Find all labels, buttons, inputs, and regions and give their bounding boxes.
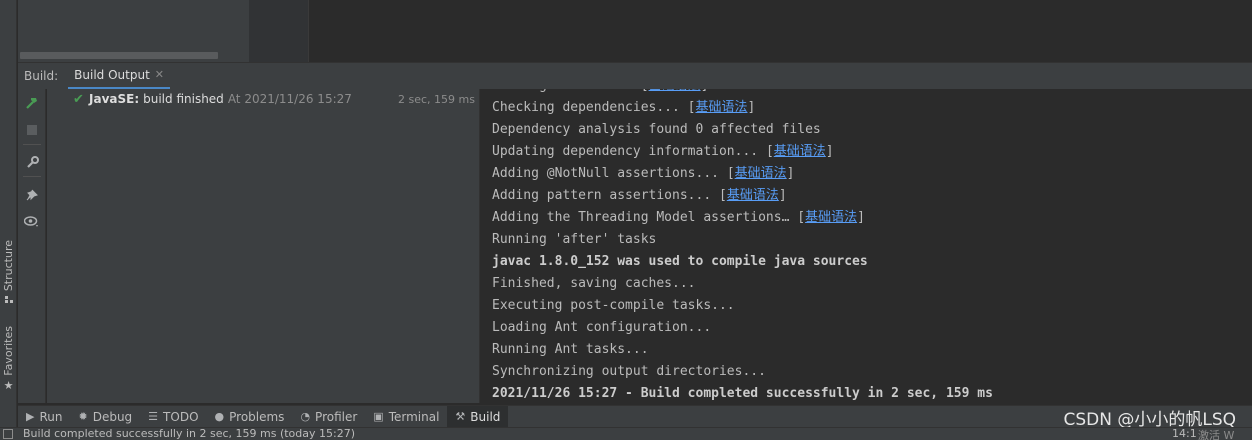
bottom-tab-label: Debug xyxy=(92,409,133,424)
toolbar-divider xyxy=(23,176,41,177)
tab-build-output-label: Build Output xyxy=(74,67,150,82)
check-icon: ✔ xyxy=(73,91,84,107)
close-icon[interactable]: ✕ xyxy=(155,68,164,81)
output-line: Synchronizing output directories... xyxy=(492,361,766,383)
toolbar-divider xyxy=(23,144,41,145)
profiler-icon: ◔ xyxy=(300,410,311,423)
build-toolbar xyxy=(18,89,46,403)
output-line-text: Executing post-compile tasks... xyxy=(492,298,735,313)
output-line-link[interactable]: 基础语法 xyxy=(735,166,787,181)
output-line-text: Synchronizing output directories... xyxy=(492,364,766,379)
output-line: Executing post-compile tasks... xyxy=(492,295,735,317)
status-toggle-icon[interactable] xyxy=(3,429,13,439)
output-line: Adding @NotNull assertions... [基础语法] xyxy=(492,166,795,181)
output-line: Checking dependencies... [基础语法] xyxy=(492,100,756,115)
output-line-text: Adding the Threading Model assertions… xyxy=(492,210,798,225)
status-message: Build completed successfully in 2 sec, 1… xyxy=(23,427,356,440)
output-line-link[interactable]: 基础语法 xyxy=(696,100,748,115)
stop-icon[interactable] xyxy=(18,120,46,140)
editor-gutter xyxy=(249,0,309,62)
cursor-position[interactable]: 14:1 xyxy=(1172,428,1197,440)
output-line-text: Adding pattern assertions... xyxy=(492,188,719,203)
bottom-tab-label: TODO xyxy=(163,409,199,424)
bottom-tab-problems[interactable]: ● Problems xyxy=(207,406,293,428)
structure-tab-label: Structure xyxy=(2,240,15,292)
bottom-tab-label: Build xyxy=(470,409,501,424)
pin-icon[interactable] xyxy=(18,185,46,205)
eye-icon[interactable] xyxy=(18,212,46,232)
star-icon: ★ xyxy=(3,378,14,392)
output-line: Writing classes... [基础语法] xyxy=(492,89,708,97)
output-line-text: Checking dependencies... xyxy=(492,100,688,115)
output-line: Dependency analysis found 0 affected fil… xyxy=(492,119,821,141)
output-line-link[interactable]: 基础语法 xyxy=(649,89,701,93)
hammer-icon: ⚒ xyxy=(455,410,466,423)
left-tool-strip: Structure Favorites ★ xyxy=(0,0,17,430)
output-line-text: javac 1.8.0_152 was used to compile java… xyxy=(492,254,868,269)
build-timestamp: At 2021/11/26 15:27 xyxy=(227,92,352,106)
output-line-link[interactable]: 基础语法 xyxy=(727,188,779,203)
project-panel xyxy=(18,0,249,62)
status-extra-text: 激活 W xyxy=(1198,429,1235,440)
output-line: javac 1.8.0_152 was used to compile java… xyxy=(492,251,868,273)
bottom-tab-debug[interactable]: ✹ Debug xyxy=(70,406,140,428)
output-line-text: Updating dependency information... xyxy=(492,144,766,159)
tab-build-output[interactable]: Build Output ✕ xyxy=(68,63,171,90)
output-line-text: Dependency analysis found 0 affected fil… xyxy=(492,122,821,137)
bottom-tab-todo[interactable]: ☰ TODO xyxy=(140,406,206,428)
info-icon: ● xyxy=(214,410,225,423)
bottom-tab-run[interactable]: ▶ Run xyxy=(18,406,70,428)
output-line-text: Loading Ant configuration... xyxy=(492,320,712,335)
hammer-icon[interactable] xyxy=(18,93,46,113)
structure-icon xyxy=(0,295,17,305)
output-line-link[interactable]: 基础语法 xyxy=(805,210,857,225)
output-line-text: Adding @NotNull assertions... xyxy=(492,166,727,181)
list-icon: ☰ xyxy=(148,410,159,423)
structure-tab[interactable]: Structure xyxy=(0,240,17,305)
build-tree-panel: ✔ JavaSE: build finished At 2021/11/26 1… xyxy=(47,89,480,403)
build-duration: 2 sec, 159 ms xyxy=(398,92,475,106)
editor-area[interactable] xyxy=(310,0,1252,62)
output-line-text: Finished, saving caches... xyxy=(492,276,696,291)
terminal-icon: ▣ xyxy=(373,410,384,423)
output-line: Running 'after' tasks xyxy=(492,229,656,251)
output-line-text: Running Ant tasks... xyxy=(492,342,649,357)
watermark: CSDN @小小的帆LSQ xyxy=(1063,410,1236,430)
output-line: Finished, saving caches... xyxy=(492,273,696,295)
bottom-tab-profiler[interactable]: ◔ Profiler xyxy=(292,406,365,428)
output-line-text: Writing classes... xyxy=(492,89,641,93)
status-bar: Build completed successfully in 2 sec, 1… xyxy=(0,427,1252,440)
play-icon: ▶ xyxy=(26,410,35,423)
output-line: Adding the Threading Model assertions… [… xyxy=(492,210,865,225)
output-line: Loading Ant configuration... xyxy=(492,317,711,339)
output-line: Updating dependency information... [基础语法… xyxy=(492,144,834,159)
wrench-icon[interactable] xyxy=(18,152,46,172)
bottom-tab-terminal[interactable]: ▣ Terminal xyxy=(365,406,447,428)
build-target-name: JavaSE: xyxy=(89,92,140,106)
output-line: Adding pattern assertions... [基础语法] xyxy=(492,188,787,203)
output-line: Running Ant tasks... xyxy=(492,339,649,361)
output-line: 2021/11/26 15:27 - Build completed succe… xyxy=(492,383,993,403)
build-output-console[interactable]: Writing classes... [基础语法] Checking depend… xyxy=(481,89,1252,403)
bottom-tab-label: Terminal xyxy=(388,409,440,424)
bottom-tab-label: Run xyxy=(39,409,63,424)
bottom-tab-label: Profiler xyxy=(315,409,358,424)
output-line-link[interactable]: 基础语法 xyxy=(774,144,826,159)
build-window-title: Build: xyxy=(24,69,59,83)
favorites-tab-label: Favorites xyxy=(2,326,15,376)
build-status-text: build finished xyxy=(143,92,224,106)
bottom-tab-label: Problems xyxy=(229,409,285,424)
output-line-text: 2021/11/26 15:27 - Build completed succe… xyxy=(492,386,993,401)
bug-icon: ✹ xyxy=(78,410,88,423)
favorites-tab[interactable]: Favorites ★ xyxy=(0,326,17,392)
build-tree-row[interactable]: ✔ JavaSE: build finished At 2021/11/26 1… xyxy=(47,89,480,109)
output-line-text: Running 'after' tasks xyxy=(492,232,657,247)
bottom-tab-build[interactable]: ⚒ Build xyxy=(447,405,509,428)
build-tool-window-header: Build: Build Output ✕ xyxy=(18,62,1252,90)
horizontal-scrollbar[interactable] xyxy=(20,52,218,59)
